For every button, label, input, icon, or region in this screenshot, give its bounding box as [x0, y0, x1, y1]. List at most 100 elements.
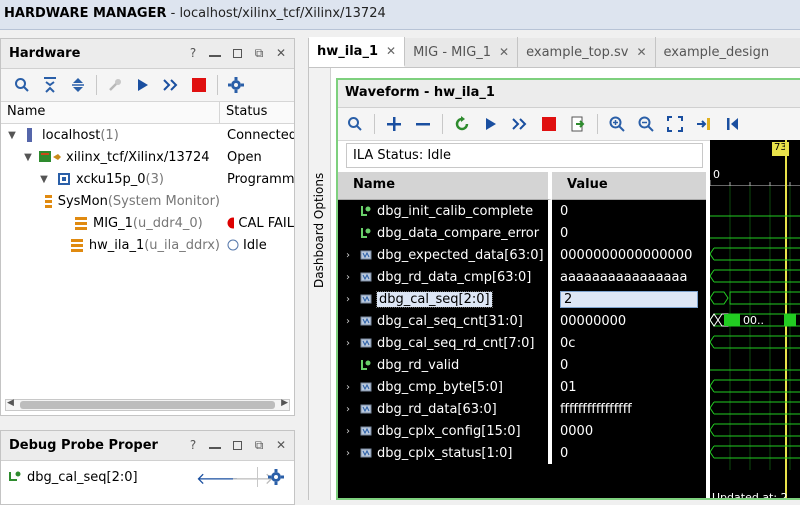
signal-value-cell[interactable]: 01 — [552, 376, 706, 398]
signal-name-cell[interactable]: › dbg_rd_data_cmp[63:0] — [338, 266, 552, 288]
tree-row-ila[interactable]: hw_ila_1 (u_ila_ddrx) Idle — [1, 234, 294, 256]
expand-all-icon[interactable] — [65, 72, 91, 98]
chevron-down-icon[interactable]: ▼ — [37, 174, 51, 185]
zoom-in-icon[interactable] — [604, 111, 630, 137]
signal-row[interactable]: › dbg_rd_data_cmp[63:0] aaaaaaaaaaaaaaaa — [338, 266, 706, 288]
zoom-out-icon[interactable] — [633, 111, 659, 137]
run-immediate-icon[interactable] — [158, 72, 184, 98]
signal-value-cell[interactable]: aaaaaaaaaaaaaaaa — [552, 266, 706, 288]
refresh-icon[interactable] — [449, 111, 475, 137]
float-icon[interactable]: ⧉ — [252, 438, 266, 452]
waveform-display[interactable]: 73 0 00.. Updated at: 2 — [710, 140, 800, 498]
collapse-all-icon[interactable] — [37, 72, 63, 98]
signal-value-cell[interactable]: 00000000 — [552, 310, 706, 332]
signal-name-cell[interactable]: dbg_rd_valid — [338, 354, 552, 376]
signal-name-cell[interactable]: dbg_data_compare_error — [338, 222, 552, 244]
expand-icon[interactable]: › — [346, 382, 360, 393]
stop-icon[interactable] — [186, 72, 212, 98]
zoom-fit-icon[interactable] — [662, 111, 688, 137]
close-icon[interactable]: ✕ — [499, 45, 509, 59]
tab-example-design[interactable]: example_design — [656, 37, 778, 67]
scroll-right-icon[interactable]: ▶ — [281, 398, 288, 408]
signal-row[interactable]: › dbg_cmp_byte[5:0] 01 — [338, 376, 706, 398]
signal-row[interactable]: › dbg_cal_seq[2:0] 2 — [338, 288, 706, 310]
signal-value-cell[interactable]: 0 — [552, 354, 706, 376]
tree-row-device[interactable]: ▼ xcku15p_0 (3) Programmed — [1, 168, 294, 190]
signal-row[interactable]: › dbg_cal_seq_rd_cnt[7:0] 0c — [338, 332, 706, 354]
gear-icon[interactable] — [223, 72, 249, 98]
minimize-icon[interactable] — [208, 46, 222, 60]
tree-row-localhost[interactable]: ▼ localhost (1) Connected — [1, 124, 294, 146]
expand-icon[interactable]: › — [346, 316, 360, 327]
signal-value-cell[interactable]: 0000 — [552, 420, 706, 442]
expand-icon[interactable]: › — [346, 404, 360, 415]
search-icon[interactable] — [342, 111, 368, 137]
signal-name-cell[interactable]: › dbg_cal_seq_cnt[31:0] — [338, 310, 552, 332]
close-icon[interactable]: ✕ — [274, 46, 288, 60]
value-column-header[interactable]: Value — [552, 172, 706, 200]
signal-value-cell[interactable]: 2 — [552, 288, 706, 310]
name-column-header[interactable]: Name — [1, 102, 220, 123]
add-icon[interactable] — [381, 111, 407, 137]
signal-row[interactable]: dbg_rd_valid 0 — [338, 354, 706, 376]
expand-icon[interactable]: › — [346, 426, 360, 437]
expand-icon[interactable]: › — [346, 294, 360, 305]
maximize-icon[interactable] — [230, 438, 244, 452]
signal-name-cell[interactable]: › dbg_cal_seq[2:0] — [338, 288, 552, 310]
scrollbar-thumb[interactable] — [20, 401, 275, 409]
expand-icon[interactable]: › — [346, 338, 360, 349]
signal-value-cell[interactable]: 0 — [552, 200, 706, 222]
expand-icon[interactable]: › — [346, 250, 360, 261]
signal-row[interactable]: dbg_init_calib_complete 0 — [338, 200, 706, 222]
gear-icon[interactable] — [263, 464, 289, 490]
tree-row-mig[interactable]: MIG_1 (u_ddr4_0) CAL FAIL — [1, 212, 294, 234]
search-icon[interactable] — [9, 72, 35, 98]
dashboard-options-label[interactable]: Dashboard Options — [312, 173, 326, 288]
expand-icon[interactable]: › — [346, 448, 360, 459]
close-icon[interactable]: ✕ — [274, 438, 288, 452]
signal-row[interactable]: › dbg_rd_data[63:0] ffffffffffffffff — [338, 398, 706, 420]
scroll-left-icon[interactable]: ◀ — [7, 398, 14, 408]
export-icon[interactable] — [565, 111, 591, 137]
minimize-icon[interactable] — [208, 438, 222, 452]
run-immediate-icon[interactable] — [507, 111, 533, 137]
help-icon[interactable]: ? — [186, 438, 200, 452]
signal-value-cell[interactable]: 0 — [552, 442, 706, 464]
signal-name-cell[interactable]: › dbg_cmp_byte[5:0] — [338, 376, 552, 398]
chevron-down-icon[interactable]: ▼ — [5, 130, 19, 141]
signal-name-cell[interactable]: dbg_init_calib_complete — [338, 200, 552, 222]
signal-row[interactable]: › dbg_expected_data[63:0] 0000000000000000 — [338, 244, 706, 266]
close-icon[interactable]: ✕ — [636, 45, 646, 59]
signal-name-cell[interactable]: › dbg_cplx_status[1:0] — [338, 442, 552, 464]
stop-icon[interactable] — [536, 111, 562, 137]
float-icon[interactable]: ⧉ — [252, 46, 266, 60]
status-column-header[interactable]: Status — [220, 102, 294, 123]
chevron-down-icon[interactable]: ▼ — [21, 152, 35, 163]
maximize-icon[interactable] — [230, 46, 244, 60]
close-icon[interactable]: ✕ — [386, 44, 396, 58]
signal-row[interactable]: › dbg_cal_seq_cnt[31:0] 00000000 — [338, 310, 706, 332]
signal-name-cell[interactable]: › dbg_expected_data[63:0] — [338, 244, 552, 266]
help-icon[interactable]: ? — [186, 46, 200, 60]
signal-name-cell[interactable]: › dbg_cal_seq_rd_cnt[7:0] — [338, 332, 552, 354]
auto-connect-icon[interactable] — [102, 72, 128, 98]
name-column-header[interactable]: Name — [338, 172, 552, 200]
signal-value-cell[interactable]: 0c — [552, 332, 706, 354]
run-trigger-icon[interactable] — [478, 111, 504, 137]
dashboard-options-strip[interactable]: Dashboard Options — [309, 68, 331, 500]
run-trigger-icon[interactable] — [130, 72, 156, 98]
remove-icon[interactable] — [410, 111, 436, 137]
signal-row[interactable]: › dbg_cplx_status[1:0] 0 — [338, 442, 706, 464]
go-to-start-icon[interactable] — [720, 111, 746, 137]
tab-mig[interactable]: MIG - MIG_1 ✕ — [405, 37, 519, 67]
tree-row-target[interactable]: ▼ xilinx_tcf/Xilinx/13724 Open — [1, 146, 294, 168]
signal-row[interactable]: › dbg_cplx_config[15:0] 0000 — [338, 420, 706, 442]
signal-value-cell[interactable]: 0 — [552, 222, 706, 244]
go-to-cursor-icon[interactable] — [691, 111, 717, 137]
signal-row[interactable]: dbg_data_compare_error 0 — [338, 222, 706, 244]
tree-row-sysmon[interactable]: SysMon (System Monitor) — [1, 190, 294, 212]
expand-icon[interactable]: › — [346, 272, 360, 283]
horizontal-scrollbar[interactable]: ◀ ▶ — [5, 398, 290, 411]
signal-name-cell[interactable]: › dbg_rd_data[63:0] — [338, 398, 552, 420]
signal-name-cell[interactable]: › dbg_cplx_config[15:0] — [338, 420, 552, 442]
